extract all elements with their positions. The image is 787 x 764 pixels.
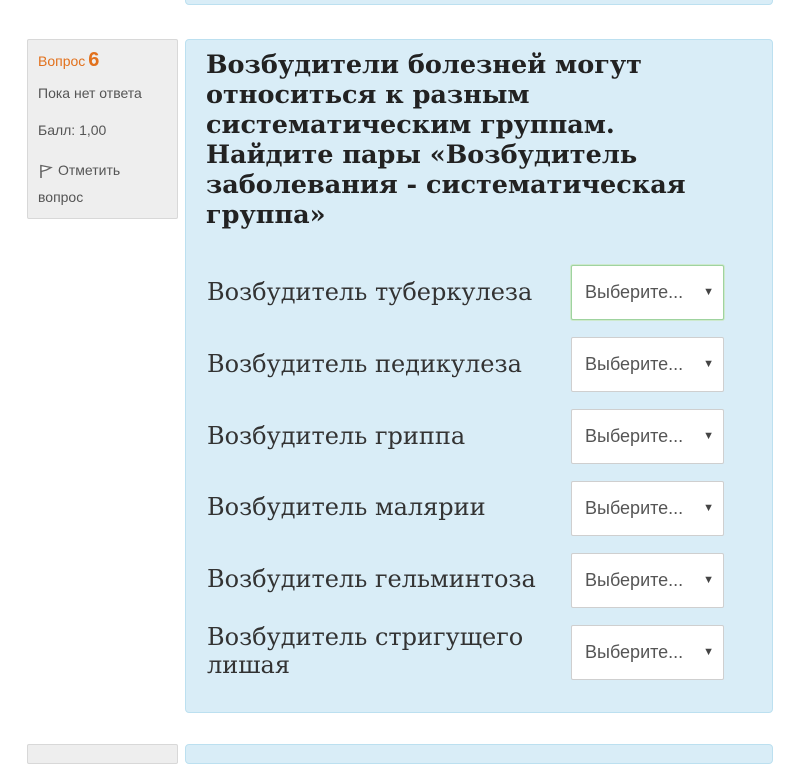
match-select[interactable]: Выберите... ▼: [571, 553, 724, 608]
match-select[interactable]: Выберите... ▼: [571, 337, 724, 392]
question-grade: Балл: 1,00: [38, 122, 107, 138]
question-text: Возбудители болезней могут относиться к …: [206, 50, 686, 230]
match-row-label: Возбудитель гриппа: [207, 422, 466, 450]
dropdown-arrow-icon: ▼: [703, 430, 714, 442]
flag-icon: [40, 164, 53, 178]
dropdown-arrow-icon: ▼: [703, 502, 714, 514]
next-question-info: [27, 744, 178, 764]
match-select-value: Выберите...: [585, 426, 684, 446]
previous-question-panel: [185, 0, 773, 5]
match-select-value: Выберите...: [585, 498, 684, 518]
match-row-label: Возбудитель туберкулеза: [207, 278, 533, 306]
dropdown-arrow-icon: ▼: [703, 358, 714, 370]
match-select[interactable]: Выберите... ▼: [571, 625, 724, 680]
match-select-value: Выберите...: [585, 282, 684, 302]
question-content: Возбудители болезней могут относиться к …: [185, 39, 773, 713]
match-select[interactable]: Выберите... ▼: [571, 409, 724, 464]
match-row-label: Возбудитель малярии: [207, 493, 486, 521]
next-question-panel: [185, 744, 773, 764]
match-row-label: Возбудитель гельминтоза: [207, 565, 536, 593]
question-number-value: 6: [88, 49, 100, 71]
match-select-value: Выберите...: [585, 354, 684, 374]
match-select[interactable]: Выберите... ▼: [571, 265, 724, 320]
dropdown-arrow-icon: ▼: [703, 286, 714, 298]
question-info: Вопрос 6 Пока нет ответа Балл: 1,00 Отмет…: [27, 39, 178, 219]
question-state: Пока нет ответа: [38, 85, 142, 101]
flag-question-link[interactable]: Отметить вопрос: [38, 157, 167, 211]
match-select-value: Выберите...: [585, 570, 684, 590]
match-row-label: Возбудитель стригущего лишая: [207, 623, 524, 679]
question-number: Вопрос 6: [38, 50, 167, 71]
match-select-value: Выберите...: [585, 642, 684, 662]
question-number-label: Вопрос: [38, 53, 86, 69]
dropdown-arrow-icon: ▼: [703, 646, 714, 658]
dropdown-arrow-icon: ▼: [703, 574, 714, 586]
match-select[interactable]: Выберите... ▼: [571, 481, 724, 536]
match-row-label: Возбудитель педикулеза: [207, 350, 522, 378]
